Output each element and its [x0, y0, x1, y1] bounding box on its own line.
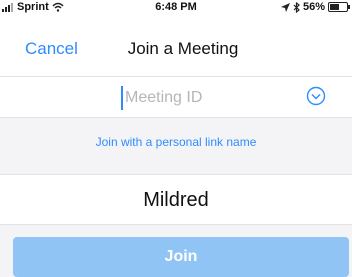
- battery-icon: [328, 2, 350, 12]
- battery-percent: 56%: [302, 1, 325, 13]
- join-button[interactable]: Join: [13, 237, 349, 277]
- location-icon: [280, 2, 290, 12]
- name-field[interactable]: Mildred: [0, 189, 352, 212]
- divider: [0, 224, 352, 225]
- status-right: 56%: [280, 1, 350, 13]
- join-section: Join: [0, 224, 352, 277]
- page-title: Join a Meeting: [127, 39, 239, 58]
- status-bar: Sprint 6:48 PM 56%: [0, 0, 352, 16]
- meeting-id-row: [0, 77, 352, 117]
- meeting-id-input[interactable]: [121, 86, 297, 110]
- bluetooth-icon: [293, 1, 300, 13]
- name-row[interactable]: Mildred: [0, 174, 352, 224]
- divider: [0, 174, 352, 175]
- divider: [0, 117, 352, 118]
- personal-link-button[interactable]: Join with a personal link name: [0, 135, 352, 149]
- chevron-down-circle-icon[interactable]: [306, 86, 326, 106]
- nav-bar: Cancel Join a Meeting: [0, 28, 352, 68]
- personal-link-section: Join with a personal link name: [0, 117, 352, 174]
